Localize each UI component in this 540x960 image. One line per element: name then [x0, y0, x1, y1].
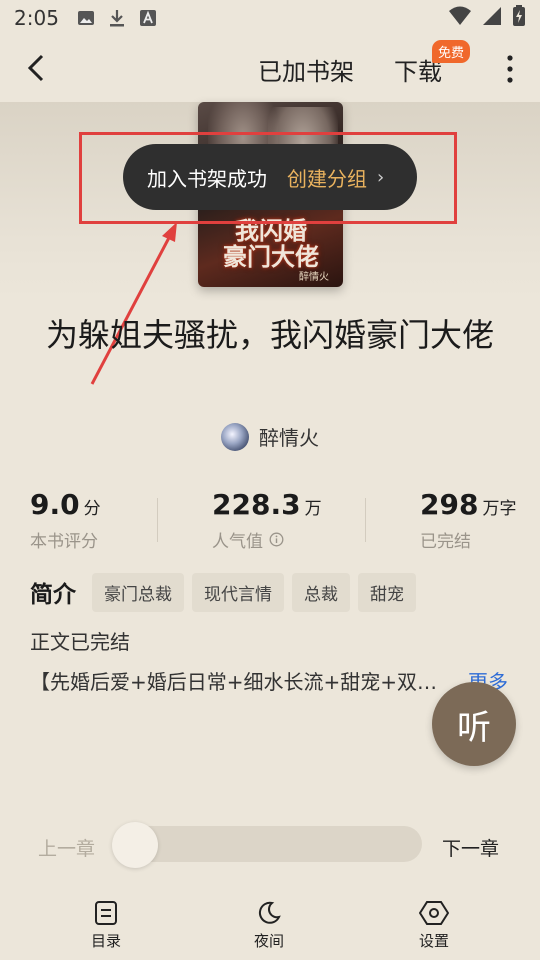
catalog-icon	[95, 901, 117, 925]
nav-catalog[interactable]: 目录	[66, 900, 146, 951]
completion-status: 正文已完结	[30, 630, 130, 654]
previous-chapter-button[interactable]: 上一章	[38, 834, 95, 861]
stat-popularity: 228.3 万 人气值	[212, 488, 322, 552]
stat-word-count: 298 万字 已完结	[420, 488, 516, 552]
stat-divider	[157, 498, 158, 542]
cover-title-art: 我闪婚 豪门大佬	[206, 218, 336, 270]
tag-3[interactable]: 甜宠	[358, 572, 416, 612]
image-icon	[77, 9, 95, 27]
free-badge: 免费	[432, 40, 471, 63]
tag-2[interactable]: 总裁	[292, 572, 350, 612]
settings-icon	[419, 901, 449, 925]
bottom-nav: 目录 夜间 设置	[0, 896, 540, 960]
chapter-slider-knob[interactable]	[112, 822, 158, 868]
back-button[interactable]	[18, 50, 54, 86]
book-stats: 9.0 分 本书评分 228.3 万 人气值 298 万字 已完结	[0, 488, 540, 558]
stat-divider	[365, 498, 366, 542]
signal-icon	[482, 6, 502, 31]
intro-row: 简介 豪门总裁 现代言情 总裁 甜宠	[30, 572, 416, 612]
book-title: 为躲姐夫骚扰，我闪婚豪门大佬	[45, 316, 494, 354]
status-right	[448, 4, 526, 32]
stat-popularity-unit: 万	[304, 499, 322, 519]
battery-icon	[512, 4, 526, 32]
more-vertical-icon	[507, 55, 513, 83]
author-row[interactable]: 醉情火	[0, 422, 540, 451]
chapter-progress: 上一章 下一章	[0, 822, 540, 868]
tag-0[interactable]: 豪门总裁	[92, 572, 184, 612]
author-avatar	[221, 422, 249, 451]
back-arrow-icon	[27, 54, 44, 82]
top-bar: 已加书架 下载 免费	[0, 36, 540, 102]
moon-icon	[258, 901, 281, 924]
added-to-shelf-button[interactable]: 已加书架	[258, 52, 354, 87]
tag-1[interactable]: 现代言情	[192, 572, 284, 612]
annotation-highlight-box	[79, 132, 457, 224]
author-name: 醉情火	[259, 426, 319, 450]
stat-popularity-value: 228.3	[212, 488, 301, 521]
wifi-icon	[448, 6, 472, 31]
synopsis-text[interactable]: 【先婚后爱+婚后日常+细水长流+甜宠+双洁…	[30, 666, 450, 695]
stat-word-count-label: 已完结	[420, 532, 471, 552]
stat-popularity-label: 人气值	[212, 532, 263, 552]
nav-settings[interactable]: 设置	[394, 900, 474, 951]
chapter-slider-track[interactable]	[112, 826, 422, 862]
nav-night-mode[interactable]: 夜间	[229, 900, 309, 951]
stat-rating-unit: 分	[83, 499, 101, 519]
status-time: 2:05	[14, 6, 59, 30]
more-options-button[interactable]	[496, 50, 524, 88]
next-chapter-button[interactable]: 下一章	[442, 834, 499, 861]
font-app-icon	[139, 9, 157, 27]
stat-rating-value: 9.0	[30, 488, 80, 521]
cover-author: 醉情火	[299, 272, 329, 283]
nav-night-mode-label: 夜间	[253, 932, 284, 950]
stat-rating-label: 本书评分	[30, 532, 98, 552]
status-bar: 2:05	[0, 0, 540, 36]
stat-word-count-value: 298	[420, 488, 479, 521]
nav-settings-label: 设置	[418, 932, 449, 950]
stat-word-count-unit: 万字	[482, 499, 517, 519]
intro-heading: 简介	[30, 582, 76, 608]
download-status-icon	[109, 8, 125, 28]
listen-button[interactable]: 听	[432, 682, 516, 766]
stat-rating: 9.0 分 本书评分	[30, 488, 101, 552]
info-icon[interactable]	[269, 532, 284, 547]
cover-title-line-2: 豪门大佬	[223, 242, 319, 271]
nav-catalog-label: 目录	[90, 932, 121, 950]
